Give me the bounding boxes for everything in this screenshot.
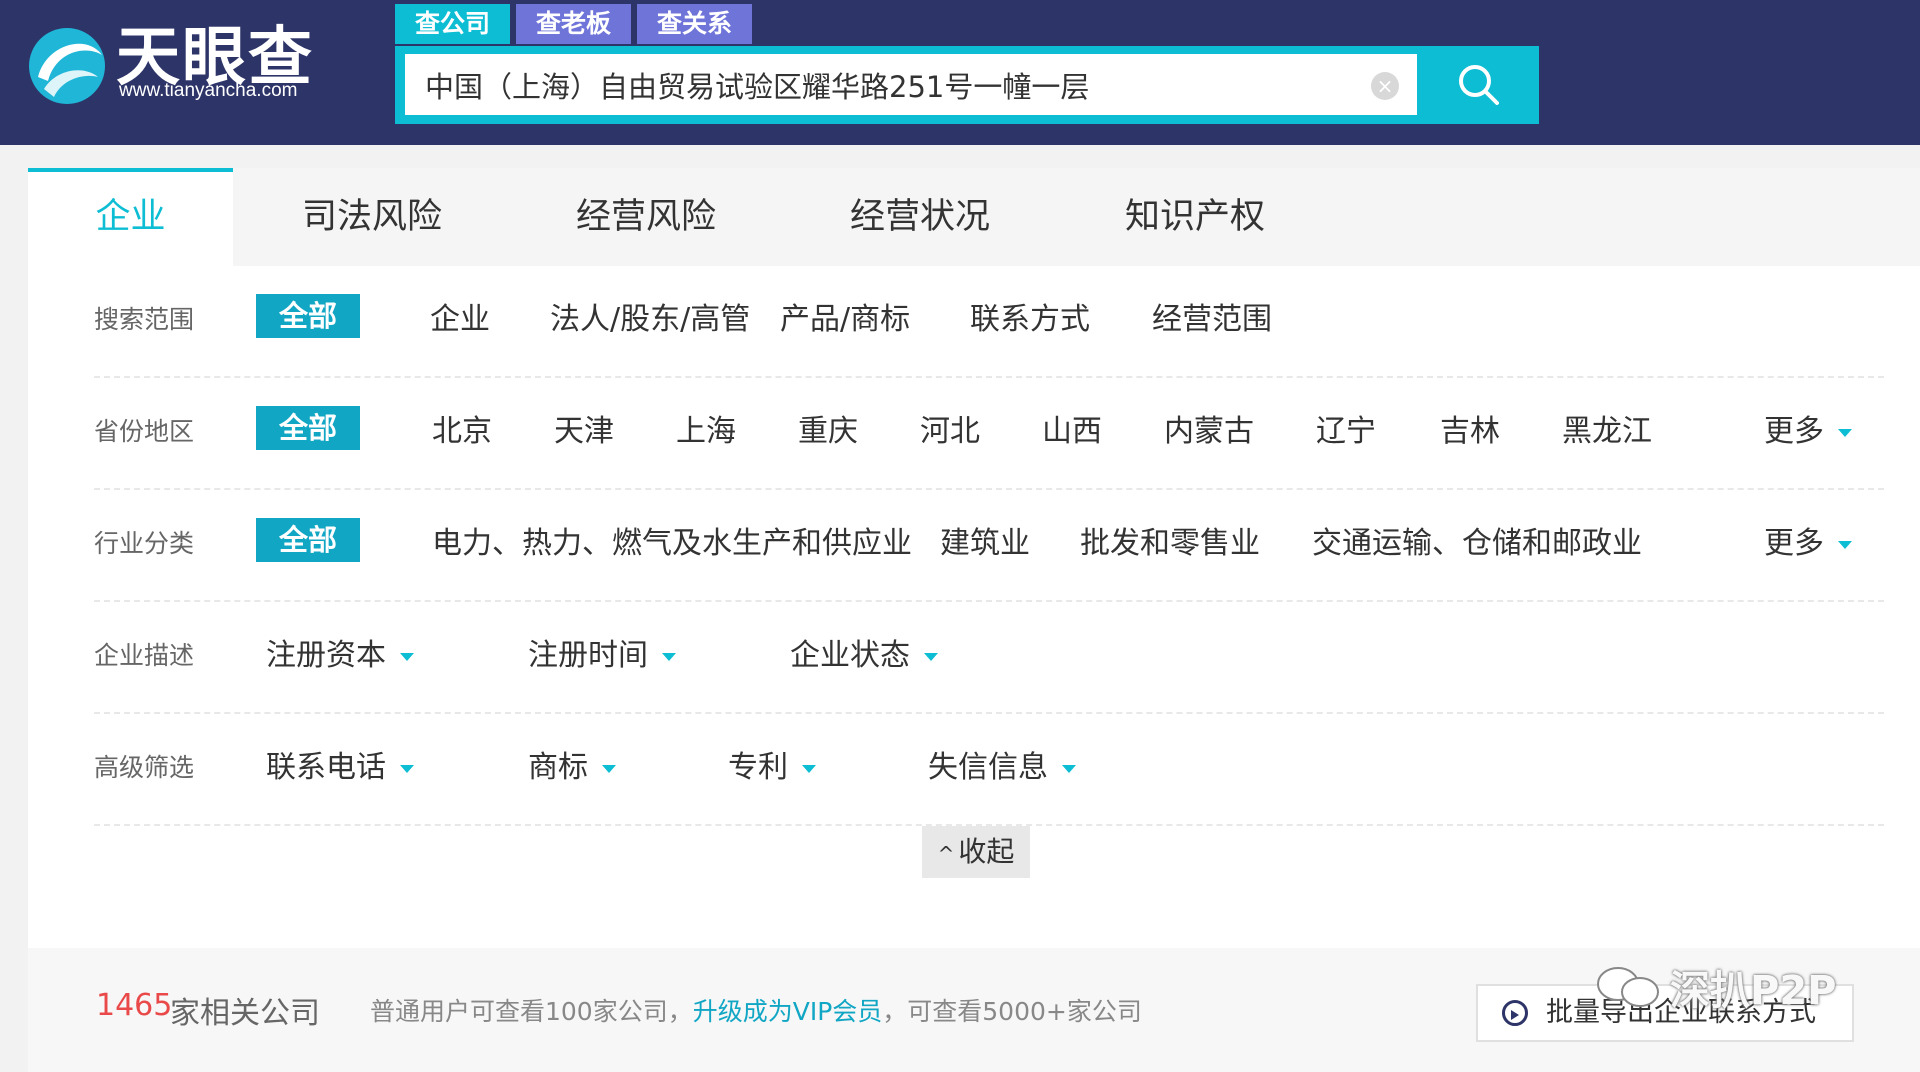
caret-down-icon: [400, 652, 414, 661]
industry-option[interactable]: 电力、热力、燃气及水生产和供应业: [432, 518, 912, 562]
scope-option[interactable]: 联系方式: [970, 294, 1090, 338]
watermark-text: 深扒P2P: [1670, 968, 1837, 1014]
row-label: 企业描述: [94, 641, 195, 670]
search-input[interactable]: [425, 54, 1355, 115]
search-tab-company[interactable]: 查公司: [395, 4, 511, 44]
result-count-label: 家相关公司: [170, 996, 320, 1031]
dropdown-label: 商标: [528, 750, 588, 785]
wechat-watermark-icon: [1597, 967, 1659, 1007]
dropdown-label: 联系电话: [266, 750, 386, 785]
search-icon: [1459, 65, 1499, 105]
row-label: 行业分类: [94, 529, 195, 558]
notice-text: 普通用户可查看100家公司，: [370, 997, 693, 1026]
search-tab-boss[interactable]: 查老板: [516, 4, 632, 44]
industry-more-button[interactable]: 更多: [1764, 518, 1852, 562]
row-label: 高级筛选: [94, 753, 195, 782]
search-input-wrap: ×: [405, 54, 1417, 115]
trademark-dropdown[interactable]: 商标: [528, 742, 616, 786]
caret-down-icon: [662, 652, 676, 661]
phone-dropdown[interactable]: 联系电话: [266, 742, 414, 786]
region-option[interactable]: 黑龙江: [1562, 406, 1652, 450]
export-arrow-icon: [1502, 1000, 1528, 1026]
search-button[interactable]: [1417, 46, 1539, 124]
vip-notice: 普通用户可查看100家公司，升级成为VIP会员，可查看5000+家公司: [370, 992, 1142, 1028]
caret-down-icon: [1062, 764, 1076, 773]
region-all-chip[interactable]: 全部: [256, 406, 360, 450]
registered-capital-dropdown[interactable]: 注册资本: [266, 630, 414, 674]
region-option[interactable]: 内蒙古: [1164, 406, 1254, 450]
chevron-up-icon: ^: [937, 842, 955, 866]
more-label: 更多: [1764, 526, 1824, 561]
dropdown-label: 专利: [728, 750, 788, 785]
filter-row-description: 企业描述 注册资本 注册时间 企业状态: [94, 602, 1884, 714]
region-option[interactable]: 重庆: [798, 406, 858, 450]
filter-row-industry: 行业分类 全部 电力、热力、燃气及水生产和供应业 建筑业 批发和零售业 交通运输…: [94, 490, 1884, 602]
search-type-tabs: 查公司 查老板 查关系: [395, 4, 758, 48]
logo[interactable]: 天眼查 www.tianyancha.com: [26, 21, 326, 112]
patent-dropdown[interactable]: 专利: [728, 742, 816, 786]
caret-down-icon: [400, 764, 414, 773]
result-count: 1465: [96, 988, 173, 1023]
caret-down-icon: [924, 652, 938, 661]
caret-down-icon: [1838, 540, 1852, 549]
region-option[interactable]: 北京: [432, 406, 492, 450]
upgrade-vip-link[interactable]: 升级成为VIP会员: [693, 997, 883, 1026]
region-option[interactable]: 辽宁: [1316, 406, 1376, 450]
enterprise-status-dropdown[interactable]: 企业状态: [790, 630, 938, 674]
filter-row-region: 省份地区 全部 北京 天津 上海 重庆 河北 山西 内蒙古 辽宁 吉林 黑龙江 …: [94, 378, 1884, 490]
filter-row-advanced: 高级筛选 联系电话 商标 专利 失信信息: [94, 714, 1884, 826]
main-tabs: 企业 司法风险 经营风险 经营状况 知识产权: [28, 168, 1920, 266]
filter-row-scope: 搜索范围 全部 企业 法人/股东/高管 产品/商标 联系方式 经营范围: [94, 266, 1884, 378]
row-label: 搜索范围: [94, 305, 195, 334]
collapse-label: 收起: [958, 835, 1015, 868]
dishonesty-info-dropdown[interactable]: 失信信息: [928, 742, 1076, 786]
top-header: 天眼查 www.tianyancha.com 查公司 查老板 查关系 ×: [0, 0, 1920, 145]
region-option[interactable]: 河北: [920, 406, 980, 450]
filter-panel: 企业 司法风险 经营风险 经营状况 知识产权 搜索范围 全部 企业 法人/股东/…: [28, 168, 1920, 948]
row-label: 省份地区: [94, 417, 195, 446]
scope-option[interactable]: 法人/股东/高管: [550, 294, 750, 338]
industry-option[interactable]: 交通运输、仓储和邮政业: [1312, 518, 1642, 562]
tab-intellectual-property[interactable]: 知识产权: [1125, 168, 1265, 266]
industry-option[interactable]: 批发和零售业: [1080, 518, 1260, 562]
tab-operation-status[interactable]: 经营状况: [850, 168, 990, 266]
region-more-button[interactable]: 更多: [1764, 406, 1852, 450]
caret-down-icon: [602, 764, 616, 773]
region-option[interactable]: 上海: [676, 406, 736, 450]
region-option[interactable]: 吉林: [1440, 406, 1500, 450]
more-label: 更多: [1764, 414, 1824, 449]
scope-option[interactable]: 经营范围: [1152, 294, 1272, 338]
search-box: ×: [395, 46, 1539, 124]
industry-all-chip[interactable]: 全部: [256, 518, 360, 562]
tianyancha-logo-icon: [29, 28, 105, 104]
scope-all-chip[interactable]: 全部: [256, 294, 360, 338]
region-option[interactable]: 山西: [1042, 406, 1102, 450]
collapse-button[interactable]: ^ 收起: [922, 826, 1030, 878]
logo-url: www.tianyancha.com: [119, 80, 298, 101]
dropdown-label: 失信信息: [928, 750, 1048, 785]
registered-time-dropdown[interactable]: 注册时间: [528, 630, 676, 674]
tab-judicial-risk[interactable]: 司法风险: [302, 168, 442, 266]
caret-down-icon: [1838, 428, 1852, 437]
tab-enterprise[interactable]: 企业: [28, 168, 233, 266]
notice-text: ，可查看5000+家公司: [882, 997, 1142, 1026]
scope-option[interactable]: 企业: [430, 294, 490, 338]
dropdown-label: 注册资本: [266, 638, 386, 673]
tab-operation-risk[interactable]: 经营风险: [576, 168, 716, 266]
scope-option[interactable]: 产品/商标: [780, 294, 910, 338]
caret-down-icon: [802, 764, 816, 773]
dropdown-label: 注册时间: [528, 638, 648, 673]
region-option[interactable]: 天津: [554, 406, 614, 450]
search-tab-relation[interactable]: 查关系: [637, 4, 753, 44]
dropdown-label: 企业状态: [790, 638, 910, 673]
clear-search-icon[interactable]: ×: [1371, 72, 1399, 100]
industry-option[interactable]: 建筑业: [940, 518, 1030, 562]
